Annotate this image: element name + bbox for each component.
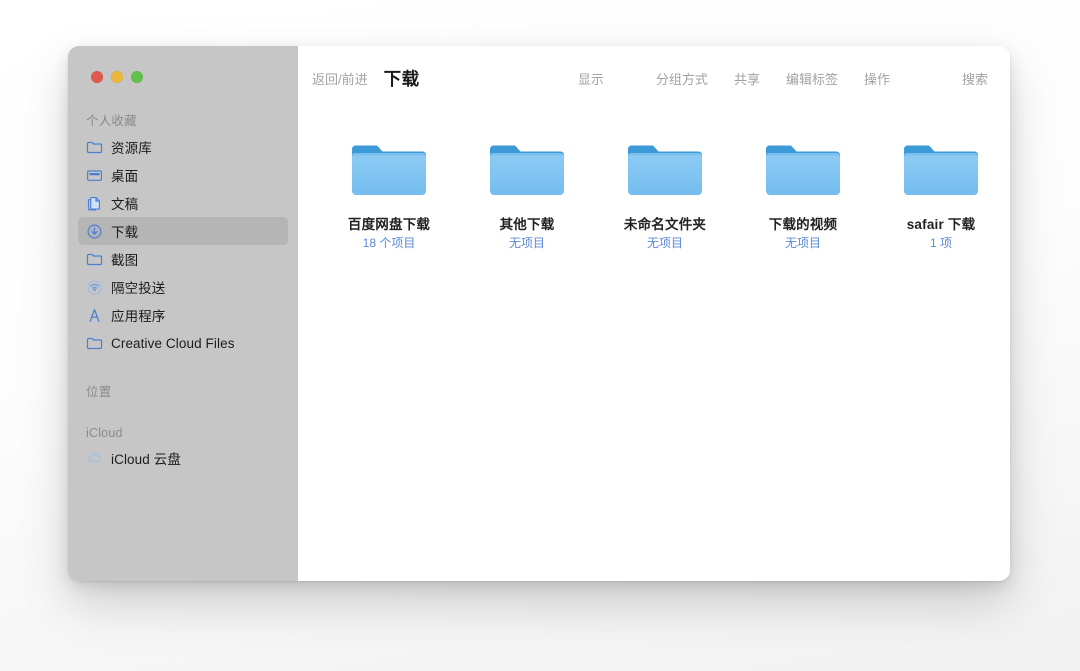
action-button[interactable]: 操作 — [864, 69, 890, 88]
applications-icon — [86, 307, 103, 324]
folder-icon — [899, 136, 983, 204]
documents-icon — [86, 195, 103, 212]
edit-tags-button[interactable]: 编辑标签 — [786, 69, 838, 88]
airdrop-icon — [86, 279, 103, 296]
window-controls — [68, 46, 298, 86]
file-name: 下载的视频 — [768, 217, 838, 232]
file-item-folder[interactable]: 百度网盘下载 18 个项目 — [320, 136, 458, 251]
folder-icon — [761, 136, 845, 204]
finder-content-pane: 返回/前进 下载 显示 分组方式 共享 编辑标签 操作 搜索 百度网盘下载 18… — [298, 46, 1010, 581]
view-button[interactable]: 显示 — [578, 69, 604, 88]
sidebar-item-screenshots[interactable]: 截图 — [78, 245, 288, 273]
desktop-icon — [86, 167, 103, 184]
sidebar-section-header-icloud: iCloud — [86, 426, 123, 440]
sidebar-item-desktop[interactable]: 桌面 — [78, 161, 288, 189]
sidebar-item-applications[interactable]: 应用程序 — [78, 301, 288, 329]
sidebar-item-label: 截图 — [111, 253, 139, 268]
sidebar-section-places: 位置 — [68, 381, 298, 404]
sidebar-item-icloud-drive[interactable]: iCloud 云盘 — [78, 444, 288, 472]
search-button[interactable]: 搜索 — [962, 69, 988, 88]
group-by-button[interactable]: 分组方式 — [656, 69, 708, 88]
sidebar-item-label: 下载 — [111, 225, 139, 240]
sidebar-item-airdrop[interactable]: 隔空投送 — [78, 273, 288, 301]
folder-icon — [623, 136, 707, 204]
file-item-folder[interactable]: 其他下载 无项目 — [458, 136, 596, 251]
sidebar-item-downloads[interactable]: 下载 — [78, 217, 288, 245]
folder-icon — [86, 139, 103, 156]
folder-icon — [485, 136, 569, 204]
file-name: 其他下载 — [499, 217, 555, 232]
sidebar-item-library[interactable]: 资源库 — [78, 133, 288, 161]
zoom-button[interactable] — [131, 71, 143, 83]
sidebar-item-creative-cloud-files[interactable]: Creative Cloud Files — [78, 329, 288, 357]
file-item-folder[interactable]: 未命名文件夹 无项目 — [596, 136, 734, 251]
file-item-folder[interactable]: 下载的视频 无项目 — [734, 136, 872, 251]
file-item-count: 18 个项目 — [362, 236, 416, 250]
file-item-count: 1 项 — [929, 236, 952, 250]
folder-icon — [86, 335, 103, 352]
desktop-background: 个人收藏 资源库 桌面 文稿 下载 截图 隔空投送 应用程序 Creative … — [0, 0, 1080, 671]
minimize-button[interactable] — [111, 71, 123, 83]
share-button[interactable]: 共享 — [734, 69, 760, 88]
finder-toolbar: 返回/前进 下载 显示 分组方式 共享 编辑标签 操作 搜索 — [298, 46, 1010, 110]
file-item-count: 无项目 — [784, 236, 821, 250]
finder-window: 个人收藏 资源库 桌面 文稿 下载 截图 隔空投送 应用程序 Creative … — [68, 46, 1010, 581]
file-name: 百度网盘下载 — [347, 217, 431, 232]
window-title: 下载 — [383, 68, 420, 89]
sidebar-item-label: 文稿 — [111, 197, 139, 212]
sidebar-section-favorites: 个人收藏 资源库 桌面 文稿 下载 截图 隔空投送 应用程序 Creative … — [68, 110, 298, 357]
sidebar-item-label: 隔空投送 — [111, 281, 166, 296]
sidebar-item-label: 应用程序 — [111, 309, 166, 324]
file-item-count: 无项目 — [508, 236, 545, 250]
downloads-icon — [86, 223, 103, 240]
file-name: safair 下载 — [906, 217, 976, 232]
folder-icon — [86, 251, 103, 268]
cloud-icon — [86, 450, 103, 467]
folder-icon — [347, 136, 431, 204]
sidebar-section-header-places: 位置 — [86, 385, 112, 399]
sidebar-item-label: iCloud 云盘 — [111, 452, 181, 467]
sidebar-item-label: 资源库 — [111, 141, 152, 156]
file-name: 未命名文件夹 — [623, 217, 707, 232]
sidebar-item-label: 桌面 — [111, 169, 139, 184]
toolbar-actions-group: 分组方式 共享 编辑标签 操作 搜索 — [656, 69, 988, 88]
sidebar-item-documents[interactable]: 文稿 — [78, 189, 288, 217]
finder-sidebar: 个人收藏 资源库 桌面 文稿 下载 截图 隔空投送 应用程序 Creative … — [68, 46, 298, 581]
file-item-folder[interactable]: safair 下载 1 项 — [872, 136, 1010, 251]
close-button[interactable] — [91, 71, 103, 83]
file-icon-grid: 百度网盘下载 18 个项目 其他下载 无项目 未命名文件夹 无项目 下载的视频 … — [298, 110, 1010, 581]
file-item-count: 无项目 — [646, 236, 683, 250]
back-forward-button[interactable]: 返回/前进 — [312, 69, 368, 88]
sidebar-section-header-favorites: 个人收藏 — [86, 114, 137, 128]
sidebar-section-icloud: iCloud iCloud 云盘 — [68, 426, 298, 472]
sidebar-item-label: Creative Cloud Files — [111, 335, 235, 351]
